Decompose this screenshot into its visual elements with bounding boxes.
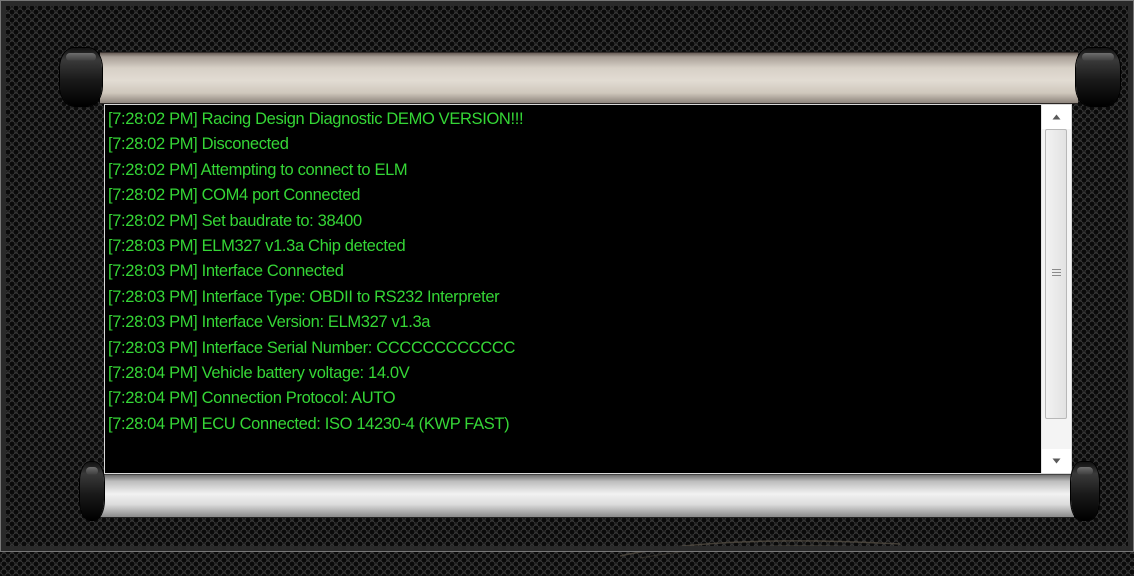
- logo-swirl-graphic: [619, 540, 901, 559]
- log-panel: [7:28:02 PM] Racing Design Diagnostic DE…: [104, 104, 1072, 474]
- top-left-roller-cap: [60, 48, 102, 106]
- bottom-roller-bar: [100, 474, 1074, 518]
- scroll-down-button[interactable]: [1042, 449, 1071, 473]
- triangle-up-icon: [1052, 114, 1061, 120]
- scroll-up-button[interactable]: [1042, 105, 1071, 129]
- window-left-edge: [0, 0, 6, 552]
- log-line: [7:28:02 PM] Attempting to connect to EL…: [108, 160, 408, 179]
- log-scrollbar[interactable]: [1041, 105, 1071, 473]
- triangle-down-icon: [1052, 458, 1061, 464]
- log-line: [7:28:03 PM] ELM327 v1.3a Chip detected: [108, 236, 406, 255]
- log-line: [7:28:02 PM] Racing Design Diagnostic DE…: [108, 110, 524, 128]
- log-line: [7:28:03 PM] Interface Version: ELM327 v…: [108, 313, 431, 332]
- log-line: [7:28:03 PM] Interface Type: OBDII to RS…: [108, 287, 500, 306]
- scroll-thumb[interactable]: [1045, 129, 1067, 419]
- log-line: [7:28:03 PM] Interface Connected: [108, 262, 344, 281]
- top-right-roller-cap: [1076, 48, 1120, 106]
- log-line: [7:28:04 PM] Vehicle battery voltage: 14…: [108, 363, 410, 382]
- log-line: [7:28:04 PM] Connection Protocol: AUTO: [108, 389, 396, 408]
- log-line: [7:28:02 PM] COM4 port Connected: [108, 186, 361, 205]
- top-roller-bar: [100, 52, 1078, 104]
- log-line: [7:28:03 PM] Interface Serial Number: CC…: [108, 338, 516, 357]
- grip-lines-icon: [1052, 269, 1061, 278]
- log-output: [7:28:02 PM] Racing Design Diagnostic DE…: [108, 107, 1038, 471]
- log-line: [7:28:04 PM] ECU Connected: ISO 14230-4 …: [108, 414, 510, 433]
- log-line: [7:28:02 PM] Disconected: [108, 135, 289, 154]
- bottom-right-roller-cap: [1071, 462, 1099, 520]
- log-line: [7:28:02 PM] Set baudrate to: 38400: [108, 211, 362, 230]
- bottom-left-roller-cap: [80, 462, 104, 520]
